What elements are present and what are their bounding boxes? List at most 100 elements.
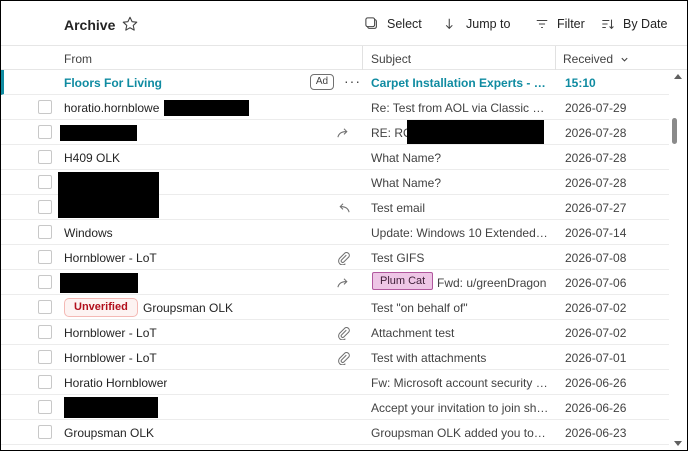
redaction-block xyxy=(407,120,544,144)
scrollbar-thumb[interactable] xyxy=(672,118,677,144)
ad-row[interactable]: Floors For Living Ad ··· Carpet Installa… xyxy=(1,70,669,95)
row-subject: Fw: Microsoft account security info xyxy=(371,376,549,390)
row-checkbox[interactable] xyxy=(38,150,52,164)
row-checkbox[interactable] xyxy=(38,400,52,414)
row-date: 2026-07-29 xyxy=(565,101,627,115)
row-checkbox[interactable] xyxy=(38,100,52,114)
table-row[interactable]: RE: RO 2026-07-28 xyxy=(1,120,669,145)
row-subject: Update: Windows 10 Extended Security Upd… xyxy=(371,226,549,240)
table-row[interactable]: Windows Update: Windows 10 Extended Secu… xyxy=(1,220,669,245)
row-checkbox[interactable] xyxy=(38,425,52,439)
row-sender: Hornblower - LoT xyxy=(64,351,157,365)
jump-to-button[interactable]: Jump to xyxy=(444,17,510,31)
scroll-up-arrow-icon[interactable] xyxy=(674,74,682,79)
filter-label: Filter xyxy=(557,17,585,31)
column-from[interactable]: From xyxy=(64,52,92,66)
row-checkbox[interactable] xyxy=(38,125,52,139)
row-subject: Groupsman OLK added you to the group xyxy=(371,426,549,440)
ad-sender: Floors For Living xyxy=(64,76,162,90)
sort-icon xyxy=(602,19,614,30)
select-button[interactable]: Select xyxy=(365,17,422,31)
star-icon[interactable] xyxy=(121,15,139,33)
unverified-badge: Unverified xyxy=(64,298,138,317)
row-date: 2026-06-26 xyxy=(565,401,627,415)
row-subject: Attachment test xyxy=(371,326,455,340)
row-date: 2026-07-14 xyxy=(565,226,627,240)
category-tag[interactable]: Plum Cat xyxy=(372,272,434,290)
attachment-icon xyxy=(338,327,350,340)
column-divider[interactable] xyxy=(362,46,363,70)
scroll-down-arrow-icon[interactable] xyxy=(674,441,682,446)
row-date: 2026-07-01 xyxy=(565,351,627,365)
row-checkbox[interactable] xyxy=(38,350,52,364)
table-row[interactable]: Hornblower - LoT Test with attachments 2… xyxy=(1,345,669,370)
table-row[interactable]: Accept your invitation to join shared ca… xyxy=(1,395,669,420)
column-received[interactable]: Received xyxy=(563,52,629,66)
row-sender: Windows xyxy=(64,226,113,240)
row-sender: Hornblower - LoT xyxy=(64,326,157,340)
row-subject: Test email xyxy=(371,201,426,215)
sort-label: By Date xyxy=(623,17,668,31)
row-sender: horatio.hornblowe xyxy=(64,101,160,115)
row-date: 2026-07-28 xyxy=(565,151,627,165)
table-row[interactable]: Groupsman OLK Groupsman OLK added you to… xyxy=(1,420,669,445)
reply-icon xyxy=(339,203,350,213)
ad-subject: Carpet Installation Experts - Free Estim… xyxy=(371,76,549,90)
row-subject: Test GIFS xyxy=(371,251,425,265)
forward-icon xyxy=(337,278,348,288)
row-checkbox[interactable] xyxy=(38,175,52,189)
table-row[interactable]: Plum Cat Fwd: u/greenDragon 2026-07-06 xyxy=(1,270,669,295)
row-checkbox[interactable] xyxy=(38,225,52,239)
row-sender: Horatio Hornblower xyxy=(64,376,168,390)
column-header: From Subject Received xyxy=(1,45,687,70)
row-subject: What Name? xyxy=(371,151,442,165)
table-row[interactable]: Horatio Hornblower Fw: Microsoft account… xyxy=(1,370,669,395)
table-row[interactable]: Unverified Groupsman OLK Test "on behalf… xyxy=(1,295,669,320)
row-date: 2026-07-27 xyxy=(565,201,627,215)
filter-icon xyxy=(536,19,548,29)
row-sender: H409 OLK xyxy=(64,151,121,165)
column-divider[interactable] xyxy=(555,46,556,70)
select-label: Select xyxy=(387,17,422,31)
redaction-block xyxy=(64,397,158,418)
forward-icon xyxy=(337,128,348,138)
folder-title: Archive xyxy=(64,17,116,33)
mail-list-window: Archive Select Jump to Filter By Date Fr… xyxy=(0,0,688,451)
row-checkbox[interactable] xyxy=(38,275,52,289)
row-subject: Fwd: u/greenDragon xyxy=(437,276,547,290)
sort-button[interactable]: By Date xyxy=(601,17,667,31)
row-subject: Test with attachments xyxy=(371,351,487,365)
table-row[interactable]: What Name? 2026-07-28 xyxy=(1,170,669,218)
attachment-icon xyxy=(338,252,350,265)
message-list: Floors For Living Ad ··· Carpet Installa… xyxy=(1,70,669,445)
row-sender: Groupsman OLK xyxy=(143,301,234,315)
row-subject: What Name? xyxy=(371,176,442,190)
table-row[interactable]: Hornblower - LoT Attachment test 2026-07… xyxy=(1,320,669,345)
table-row[interactable]: Hornblower - LoT Test GIFS 2026-07-08 xyxy=(1,245,669,270)
redaction-block xyxy=(60,273,138,293)
row-subject: Accept your invitation to join shared ca… xyxy=(371,401,549,415)
row-checkbox[interactable] xyxy=(38,325,52,339)
ad-badge: Ad xyxy=(310,74,334,90)
row-subject: Test "on behalf of" xyxy=(371,301,468,315)
row-checkbox[interactable] xyxy=(38,375,52,389)
table-row[interactable]: horatio.hornblowe Re: Test from AOL via … xyxy=(1,95,669,120)
row-subject: Re: Test from AOL via Classic Outlook xyxy=(371,101,549,115)
attachment-icon xyxy=(338,352,350,365)
row-sender: Hornblower - LoT xyxy=(64,251,157,265)
chevron-down-icon xyxy=(621,58,628,62)
row-checkbox[interactable] xyxy=(38,300,52,314)
jump-to-label: Jump to xyxy=(466,17,511,31)
table-row[interactable]: H409 OLK What Name? 2026-07-28 xyxy=(1,145,669,170)
vertical-scrollbar[interactable] xyxy=(669,70,687,450)
row-checkbox[interactable] xyxy=(38,250,52,264)
row-date: 2026-07-02 xyxy=(565,326,627,340)
row-date: 2026-07-08 xyxy=(565,251,627,265)
row-checkbox[interactable] xyxy=(38,200,52,214)
row-date: 2026-06-26 xyxy=(565,376,627,390)
filter-button[interactable]: Filter xyxy=(535,17,585,31)
more-options-icon[interactable]: ··· xyxy=(344,73,361,89)
row-date: 2026-06-23 xyxy=(565,426,627,440)
redaction-block xyxy=(164,100,249,116)
column-subject[interactable]: Subject xyxy=(371,52,411,66)
